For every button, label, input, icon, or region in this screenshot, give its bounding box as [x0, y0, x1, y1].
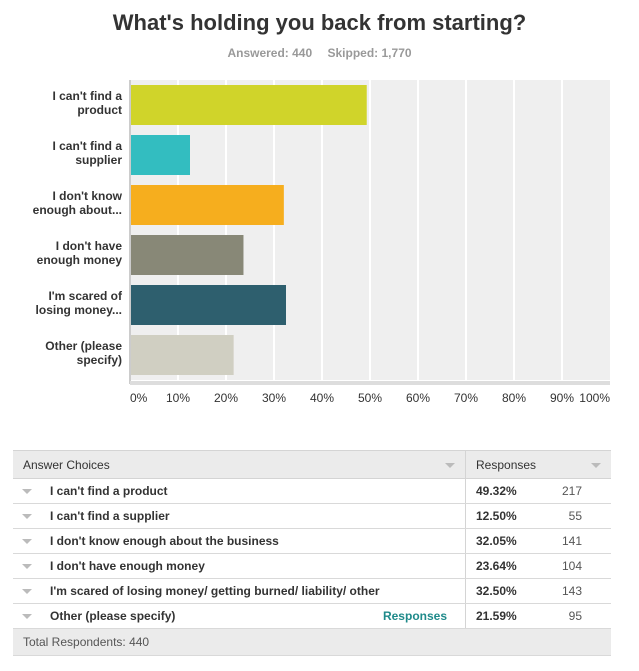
responses-cell: 49.32% 217	[465, 478, 611, 504]
response-percent: 21.59%	[476, 609, 517, 623]
category-label-line: supplier	[75, 153, 122, 167]
x-tick-label: 40%	[310, 391, 334, 405]
response-percent: 23.64%	[476, 559, 517, 573]
response-count: 55	[568, 509, 582, 523]
x-tick-label: 0%	[130, 391, 148, 405]
answer-choice-label: I don't have enough money	[50, 559, 205, 573]
answer-choices-header[interactable]: Answer Choices	[13, 450, 466, 479]
category-label: I can't find a product	[52, 89, 122, 117]
responses-cell: 32.05% 141	[465, 528, 611, 554]
table-header-row: Answer Choices Responses	[13, 450, 611, 479]
expand-caret-icon[interactable]	[22, 588, 32, 594]
response-count: 104	[561, 559, 582, 573]
x-tick-label: 20%	[214, 391, 238, 405]
answer-cell: I can't find a supplier	[13, 503, 466, 529]
bar-chart: I can't find a productI can't find a suppl…	[33, 80, 610, 405]
expand-caret-icon[interactable]	[22, 538, 32, 544]
total-respondents: Total Respondents: 440	[13, 628, 611, 656]
response-percent: 12.50%	[476, 509, 517, 523]
view-responses-link[interactable]: Responses	[383, 609, 447, 623]
category-label-line: enough about...	[33, 203, 122, 217]
question-title: What's holding you back from starting?	[112, 10, 527, 35]
answer-choice-label: I can't find a supplier	[50, 509, 170, 523]
response-percent: 49.32%	[476, 484, 517, 498]
responses-cell: 12.50% 55	[465, 503, 611, 529]
response-percent: 32.50%	[476, 584, 517, 598]
table-row: I'm scared of losing money/ getting burn…	[13, 578, 611, 604]
category-label-line: enough money	[37, 253, 123, 267]
response-summary: Answered: 440 Skipped: 1,770	[0, 46, 639, 60]
category-label: Other (please specify)	[45, 339, 122, 367]
category-label-line: I can't find a	[52, 139, 122, 153]
bar	[131, 235, 244, 275]
answered-count: Answered: 440	[227, 46, 313, 60]
responses-cell: 21.59% 95	[465, 603, 611, 629]
x-tick-label: 100%	[579, 391, 610, 405]
response-percent: 32.05%	[476, 534, 517, 548]
bar	[131, 135, 190, 175]
x-tick-label: 90%	[550, 391, 574, 405]
answer-choice-label: I don't know enough about the business	[50, 534, 279, 548]
category-label-line: Other (please	[45, 339, 122, 353]
table-row: I can't find a product 49.32% 217	[13, 478, 611, 504]
bar	[131, 185, 284, 225]
x-tick-label: 70%	[454, 391, 478, 405]
category-label-line: I'm scared of	[48, 289, 123, 303]
results-table: Answer Choices Responses I can't find a …	[13, 450, 611, 656]
answer-cell: Other (please specify) Responses	[13, 603, 466, 629]
total-row: Total Respondents: 440	[13, 628, 611, 656]
expand-caret-icon[interactable]	[22, 513, 32, 519]
response-count: 141	[561, 534, 582, 548]
table-row: I can't find a supplier 12.50% 55	[13, 503, 611, 529]
responses-header[interactable]: Responses	[465, 450, 611, 479]
answer-cell: I don't have enough money	[13, 553, 466, 579]
category-label: I'm scared of losing money...	[36, 289, 123, 317]
category-label: I don't have enough money	[37, 239, 123, 267]
table-row: I don't know enough about the business 32…	[13, 528, 611, 554]
category-label: I can't find a supplier	[52, 139, 122, 167]
answer-choice-label: I can't find a product	[50, 484, 168, 498]
x-tick-label: 30%	[262, 391, 286, 405]
answer-choice-label: Other (please specify)	[50, 609, 176, 623]
expand-caret-icon[interactable]	[22, 563, 32, 569]
answer-choice-label: I'm scared of losing money/ getting burn…	[50, 584, 380, 598]
skipped-count: Skipped: 1,770	[327, 46, 412, 60]
expand-caret-icon[interactable]	[22, 488, 32, 494]
bar	[131, 85, 367, 125]
answer-cell: I can't find a product	[13, 478, 466, 504]
x-tick-label: 60%	[406, 391, 430, 405]
expand-caret-icon[interactable]	[22, 613, 32, 619]
x-tick-label: 50%	[358, 391, 382, 405]
bar	[131, 285, 286, 325]
sort-caret-icon[interactable]	[591, 462, 601, 468]
table-row: I don't have enough money 23.64% 104	[13, 553, 611, 579]
category-label-line: I don't have	[56, 239, 123, 253]
x-tick-label: 10%	[166, 391, 190, 405]
sort-caret-icon[interactable]	[445, 462, 455, 468]
responses-cell: 32.50% 143	[465, 578, 611, 604]
response-count: 143	[561, 584, 582, 598]
x-tick-label: 80%	[502, 391, 526, 405]
table-row: Other (please specify) Responses 21.59% 95	[13, 603, 611, 629]
bar	[131, 335, 234, 375]
category-label-line: product	[77, 103, 122, 117]
responses-cell: 23.64% 104	[465, 553, 611, 579]
category-label-line: specify)	[77, 353, 122, 367]
answer-cell: I'm scared of losing money/ getting burn…	[13, 578, 466, 604]
response-count: 95	[568, 609, 582, 623]
category-label-line: I can't find a	[52, 89, 122, 103]
answer-cell: I don't know enough about the business	[13, 528, 466, 554]
category-label-line: I don't know	[52, 189, 122, 203]
category-label: I don't know enough about...	[33, 189, 123, 217]
category-label-line: losing money...	[36, 303, 122, 317]
response-count: 217	[561, 484, 582, 498]
